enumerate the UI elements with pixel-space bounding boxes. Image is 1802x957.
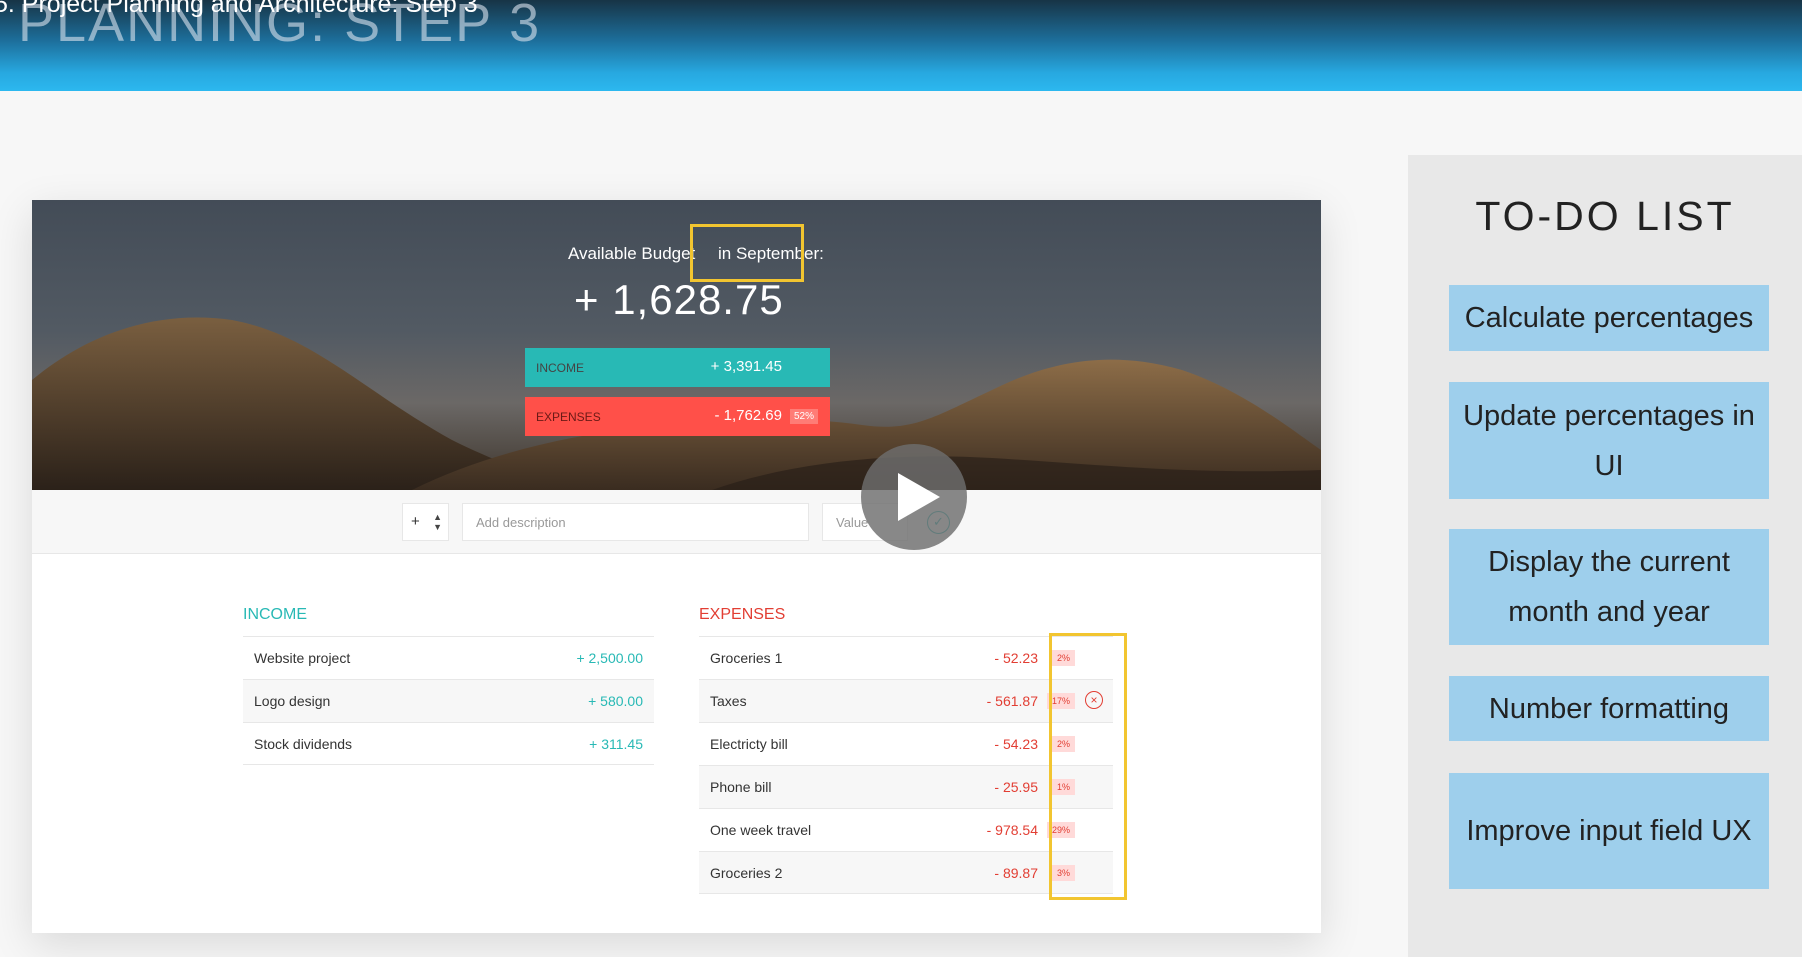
todo-item: Display the current month and year xyxy=(1449,529,1769,645)
income-heading: Income xyxy=(243,606,307,623)
expense-description: Phone bill xyxy=(710,779,772,795)
income-description: Stock dividends xyxy=(254,736,353,752)
todo-item: Improve input field UX xyxy=(1449,773,1769,889)
select-arrows-icon: ▲ ▼ xyxy=(433,512,442,532)
todo-item: Calculate percentages xyxy=(1449,285,1769,351)
income-value: + 2,500.00 xyxy=(576,650,643,666)
month-highlight-box xyxy=(690,224,804,282)
video-header-banner: PLANNING: STEP 3 5. Project Planning and… xyxy=(0,0,1802,91)
percentage-highlight-box xyxy=(1049,633,1127,900)
income-description: Website project xyxy=(254,650,351,666)
expenses-summary-percentage: 52% xyxy=(789,409,818,424)
income-row[interactable]: Stock dividends + 311.45 xyxy=(243,722,654,765)
expense-description: Taxes xyxy=(710,693,747,709)
budget-title-prefix: Available Budget xyxy=(568,244,696,263)
expenses-summary-value: - 1,762.69 xyxy=(714,407,782,424)
video-play-button[interactable] xyxy=(861,444,967,550)
expenses-summary-bar: Expenses - 1,762.69 52% xyxy=(525,397,830,436)
budget-hero: Available Budget in September: + 1,628.7… xyxy=(32,200,1321,490)
expense-value: - 25.95 xyxy=(994,779,1038,795)
expenses-summary-label: Expenses xyxy=(536,410,601,424)
budget-value: + 1,628.75 xyxy=(574,276,784,323)
expense-description: One week travel xyxy=(710,822,812,838)
income-rows: Website project + 2,500.00 Logo design +… xyxy=(243,636,654,765)
income-list: Income Website project + 2,500.00 Logo d… xyxy=(243,554,654,765)
income-summary-value: + 3,391.45 xyxy=(710,358,782,375)
todo-item: Number formatting xyxy=(1449,676,1769,741)
budget-app: Available Budget in September: + 1,628.7… xyxy=(32,200,1321,933)
todo-item: Update percentages in UI xyxy=(1449,382,1769,499)
income-value: + 311.45 xyxy=(589,736,643,752)
play-icon xyxy=(898,473,940,521)
type-select-value: + xyxy=(411,513,420,530)
expense-value: - 89.87 xyxy=(994,865,1038,881)
expense-description: Groceries 2 xyxy=(710,865,783,881)
income-summary-label: Income xyxy=(536,361,584,375)
income-description: Logo design xyxy=(254,693,331,709)
todo-panel: TO-DO LIST Calculate percentages Update … xyxy=(1408,155,1802,957)
type-select[interactable]: + ▲ ▼ xyxy=(402,503,449,541)
income-value: + 580.00 xyxy=(588,693,643,709)
expense-value: - 54.23 xyxy=(994,736,1038,752)
todo-heading: TO-DO LIST xyxy=(1475,193,1735,239)
add-item-row: + ▲▼ Add description Value ✓ xyxy=(32,490,1321,554)
income-row[interactable]: Website project + 2,500.00 xyxy=(243,636,654,679)
expense-value: - 561.87 xyxy=(986,693,1038,709)
expenses-heading: Expenses xyxy=(699,606,786,623)
expense-value: - 52.23 xyxy=(994,650,1038,666)
expense-description: Electricty bill xyxy=(710,736,788,752)
income-summary-bar: Income + 3,391.45 xyxy=(525,348,830,387)
description-input[interactable]: Add description xyxy=(462,503,809,541)
income-row[interactable]: Logo design + 580.00 xyxy=(243,679,654,722)
expense-value: - 978.54 xyxy=(986,822,1038,838)
video-caption: 5. Project Planning and Architecture: St… xyxy=(0,0,478,18)
expense-description: Groceries 1 xyxy=(710,650,783,666)
